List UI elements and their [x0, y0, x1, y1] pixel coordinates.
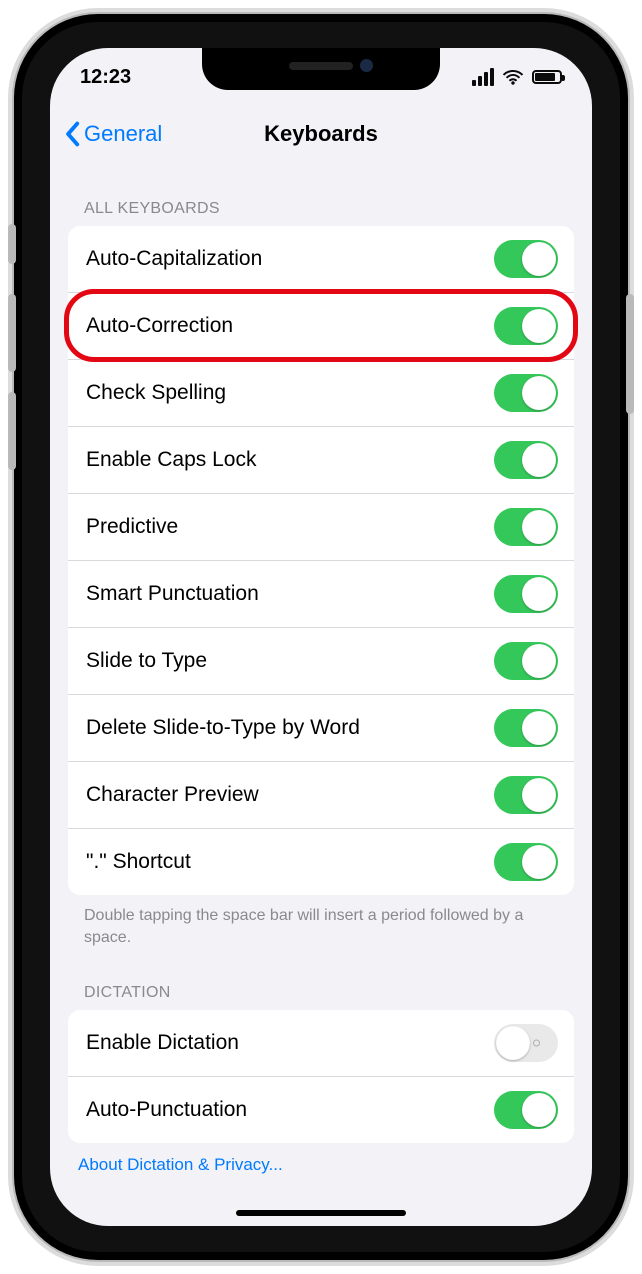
toggle-auto-punctuation[interactable]: [494, 1091, 558, 1129]
setting-label: "." Shortcut: [86, 850, 191, 874]
setting-label: Delete Slide-to-Type by Word: [86, 716, 360, 740]
home-indicator: [236, 1210, 406, 1216]
setting-label: Auto-Punctuation: [86, 1098, 247, 1122]
setting-label: Enable Caps Lock: [86, 448, 256, 472]
toggle-enable-dictation[interactable]: [494, 1024, 558, 1062]
dictation-row-enable-dictation: Enable Dictation: [68, 1010, 574, 1076]
back-button[interactable]: General: [64, 121, 162, 147]
allkb-row-predictive: Predictive: [68, 493, 574, 560]
notch: [202, 48, 440, 90]
setting-label: Character Preview: [86, 783, 259, 807]
toggle-character-preview[interactable]: [494, 776, 558, 814]
toggle-check-spelling[interactable]: [494, 374, 558, 412]
group-all-keyboards: Auto-Capitalization Auto-Correction Check …: [68, 226, 574, 895]
page-title: Keyboards: [264, 121, 378, 147]
toggle-enable-caps-lock[interactable]: [494, 441, 558, 479]
allkb-row-delete-slide-to-type-by-word: Delete Slide-to-Type by Word: [68, 694, 574, 761]
device-volume-down: [8, 392, 16, 470]
allkb-row-enable-caps-lock: Enable Caps Lock: [68, 426, 574, 493]
setting-label: Auto-Capitalization: [86, 247, 262, 271]
status-time: 12:23: [80, 66, 131, 89]
allkb-row-auto-correction: Auto-Correction: [68, 292, 574, 359]
toggle-delete-slide-to-type-by-word[interactable]: [494, 709, 558, 747]
group-dictation: Enable Dictation Auto-Punctuation: [68, 1010, 574, 1143]
device-volume-up: [8, 294, 16, 372]
allkb-row-slide-to-type: Slide to Type: [68, 627, 574, 694]
battery-icon: [532, 70, 562, 84]
toggle-auto-capitalization[interactable]: [494, 240, 558, 278]
setting-label: Predictive: [86, 515, 178, 539]
allkb-row-check-spelling: Check Spelling: [68, 359, 574, 426]
setting-label: Smart Punctuation: [86, 582, 259, 606]
allkb-row-smart-punctuation: Smart Punctuation: [68, 560, 574, 627]
screen: 12:23 General Keyboards: [50, 48, 592, 1226]
back-label: General: [84, 121, 162, 147]
setting-label: Check Spelling: [86, 381, 226, 405]
chevron-left-icon: [64, 121, 80, 147]
setting-label: Slide to Type: [86, 649, 207, 673]
dictation-row-auto-punctuation: Auto-Punctuation: [68, 1076, 574, 1143]
allkb-row-shortcut: "." Shortcut: [68, 828, 574, 895]
device-mute-switch: [8, 224, 16, 264]
toggle-shortcut[interactable]: [494, 843, 558, 881]
device-power-button: [626, 294, 634, 414]
toggle-smart-punctuation[interactable]: [494, 575, 558, 613]
section-header-dictation: DICTATION: [50, 954, 592, 1010]
cellular-icon: [472, 68, 494, 86]
allkb-row-character-preview: Character Preview: [68, 761, 574, 828]
wifi-icon: [502, 66, 524, 88]
phone-chassis: 12:23 General Keyboards: [14, 14, 628, 1260]
nav-bar: General Keyboards: [50, 106, 592, 162]
content-scroll[interactable]: ALL KEYBOARDS Auto-Capitalization Auto-Co…: [50, 162, 592, 1175]
footnote-all-keyboards: Double tapping the space bar will insert…: [50, 895, 592, 954]
toggle-auto-correction[interactable]: [494, 307, 558, 345]
toggle-predictive[interactable]: [494, 508, 558, 546]
about-dictation-privacy-link[interactable]: About Dictation & Privacy...: [78, 1155, 283, 1174]
allkb-row-auto-capitalization: Auto-Capitalization: [68, 226, 574, 292]
toggle-slide-to-type[interactable]: [494, 642, 558, 680]
setting-label: Auto-Correction: [86, 314, 233, 338]
setting-label: Enable Dictation: [86, 1031, 239, 1055]
section-header-all-keyboards: ALL KEYBOARDS: [50, 170, 592, 226]
